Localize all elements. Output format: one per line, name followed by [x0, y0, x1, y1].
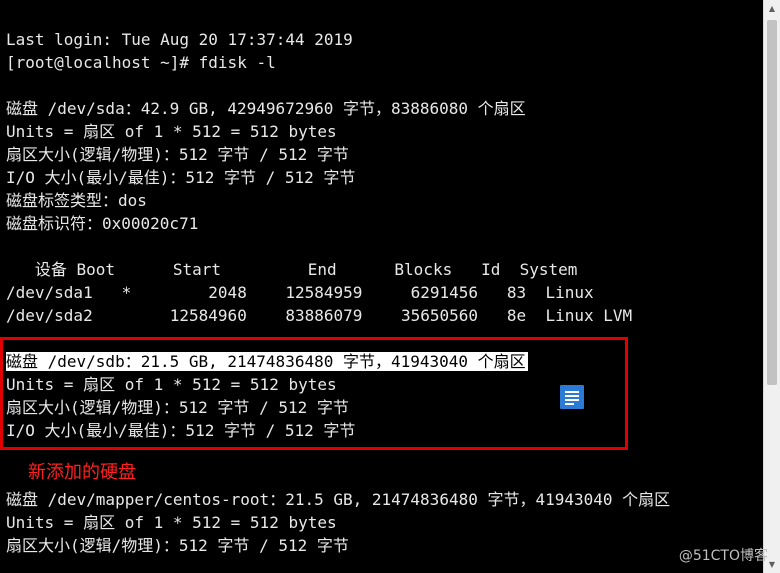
terminal-line-command: [root@localhost ~]# fdisk -l — [6, 53, 276, 72]
scrollbar-thumb[interactable] — [767, 20, 777, 385]
terminal-line-centos-root-sector-size: 扇区大小(逻辑/物理)：512 字节 / 512 字节 — [6, 536, 349, 555]
vertical-scrollbar[interactable]: ▲ ▼ — [763, 0, 780, 573]
new-disk-annotation: 新添加的硬盘 — [28, 462, 136, 483]
new-disk-highlight-box — [0, 337, 628, 450]
terminal-line-sda-io-size: I/O 大小(最小/最佳)：512 字节 / 512 字节 — [6, 168, 356, 187]
terminal-line-sda-summary: 磁盘 /dev/sda：42.9 GB, 42949672960 字节，8388… — [6, 99, 526, 118]
terminal-line-sda-sector-size: 扇区大小(逻辑/物理)：512 字节 / 512 字节 — [6, 145, 349, 164]
partition-row-sda1: /dev/sda1 * 2048 12584959 6291456 83 Lin… — [6, 283, 594, 302]
terminal-line-sda-units: Units = 扇区 of 1 * 512 = 512 bytes — [6, 122, 337, 141]
terminal-line-last-login: Last login: Tue Aug 20 17:37:44 2019 — [6, 30, 353, 49]
watermark: @51CTO博客 — [678, 548, 768, 564]
terminal-line-centos-root-summary: 磁盘 /dev/mapper/centos-root：21.5 GB, 2147… — [6, 490, 671, 509]
terminal-line-sda-identifier: 磁盘标识符：0x00020c71 — [6, 214, 199, 233]
terminal-window[interactable]: Last login: Tue Aug 20 17:37:44 2019 [ro… — [0, 0, 780, 573]
terminal-line-centos-root-units: Units = 扇区 of 1 * 512 = 512 bytes — [6, 513, 337, 532]
terminal-line-sda-label-type: 磁盘标签类型：dos — [6, 191, 147, 210]
scroll-up-arrow-icon[interactable]: ▲ — [764, 0, 780, 17]
partition-row-sda2: /dev/sda2 12584960 83886079 35650560 8e … — [6, 306, 633, 325]
document-icon[interactable] — [560, 385, 584, 409]
partition-table-header: 设备 Boot Start End Blocks Id System — [6, 260, 578, 279]
